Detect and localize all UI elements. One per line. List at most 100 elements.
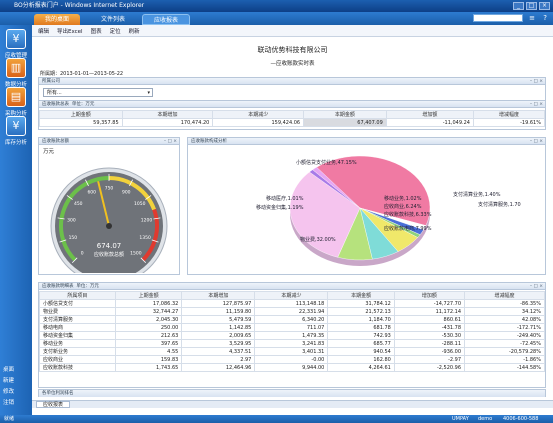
new-button[interactable]: 新建 bbox=[3, 376, 14, 384]
gauge-tick-label: 1350 bbox=[139, 235, 151, 241]
status-bar: 应收报表 bbox=[32, 400, 553, 408]
export-excel-button[interactable]: 导出Excel bbox=[57, 27, 83, 35]
table-cell: -19.61% bbox=[473, 118, 545, 127]
sidebar: ¥ 应收管理 ▥ 数据分析 ▤ 采购分析 ¥ 库存分析 桌面 新建 修改 注销 bbox=[0, 25, 32, 415]
table-row: 移动电商 250.00 1,142.85 711.07 681.78 -431.78 -17… bbox=[39, 323, 545, 332]
table-cell: 移动电商 bbox=[39, 323, 116, 332]
table-cell: 物业费 bbox=[39, 307, 116, 316]
table-cell: 17,086.32 bbox=[114, 299, 183, 308]
report-toolbar: 编辑 导出Excel 图表 定位 刷新 bbox=[32, 25, 553, 37]
table-cell: 212.63 bbox=[114, 331, 183, 340]
maximize-button[interactable]: □ bbox=[526, 2, 537, 10]
window-titlebar: BO分析报表门户 - Windows Internet Explorer _ □… bbox=[0, 0, 553, 12]
gauge-tick-label: 0 bbox=[81, 250, 84, 256]
table-cell: 3,529.95 bbox=[181, 339, 256, 348]
detail-title: 应收账款明细表 bbox=[42, 284, 74, 289]
summary-unit: 单位：万元 bbox=[71, 102, 95, 107]
table-cell: -20,579.28% bbox=[464, 347, 545, 356]
column-header: 增加额 bbox=[393, 291, 466, 300]
column-header: 增减幅度 bbox=[464, 291, 545, 300]
panel-controls-icon[interactable]: – □ × bbox=[530, 138, 543, 145]
gauge-chart: 0 150 300 450 600 750 9001050 1200 1350 1500 674.0… bbox=[50, 167, 168, 273]
help-icon[interactable]: ? bbox=[543, 14, 547, 22]
company-select[interactable]: 所有... ▾ bbox=[43, 88, 153, 97]
table-cell: 113,148.18 bbox=[254, 299, 329, 308]
table-cell: 应收商业 bbox=[39, 355, 116, 364]
modify-button[interactable]: 修改 bbox=[3, 387, 14, 395]
table-row: 物业费 32,744.27 11,159.80 22,331.94 21,572.13 1… bbox=[39, 307, 545, 316]
table-cell: -72.45% bbox=[464, 339, 545, 348]
table-cell: -14,727.70 bbox=[393, 299, 466, 308]
filter-panel: 所属公司 – □ × 所有... ▾ bbox=[38, 77, 546, 101]
table-cell: 860.61 bbox=[393, 315, 466, 324]
logout-button[interactable]: 注销 bbox=[3, 398, 14, 406]
locate-button[interactable]: 定位 bbox=[110, 27, 121, 35]
table-row: 移动业务 397.65 3,529.95 3,241.83 685.77 -288.11-… bbox=[39, 339, 545, 348]
column-header: 本期增加 bbox=[121, 110, 214, 119]
edit-button[interactable]: 编辑 bbox=[38, 27, 49, 35]
table-cell: 127,875.97 bbox=[181, 299, 256, 308]
table-cell: 170,474.20 bbox=[121, 118, 214, 127]
column-header: 所属项目 bbox=[39, 291, 116, 300]
table-cell: -172.71% bbox=[464, 323, 545, 332]
search-input[interactable] bbox=[473, 14, 523, 22]
table-cell: 1,743.65 bbox=[114, 363, 183, 372]
table-cell: -530.30 bbox=[393, 331, 466, 340]
table-cell: 2,009.65 bbox=[181, 331, 256, 340]
gauge-caption: 应收账款总额 bbox=[94, 251, 124, 258]
pie-slice-label: 应收商业,6.24% bbox=[384, 203, 422, 210]
minimize-button[interactable]: _ bbox=[513, 2, 524, 10]
tab-receivables-report[interactable]: 应收报表 bbox=[142, 14, 190, 25]
panel-controls-icon[interactable]: – □ × bbox=[530, 78, 543, 85]
sidebar-item-receivables[interactable]: ¥ 应收管理 bbox=[3, 29, 29, 59]
table-cell: 4,264.61 bbox=[327, 363, 395, 372]
chevron-down-icon: ▾ bbox=[147, 90, 150, 96]
pie-slice-label: 支付清算服务,1.70 bbox=[478, 201, 521, 208]
sidebar-item-data-analysis[interactable]: ▥ 数据分析 bbox=[3, 58, 29, 88]
sidebar-item-label: 库存分析 bbox=[4, 140, 27, 146]
table-cell: 2.97 bbox=[181, 355, 256, 364]
table-cell: 67,407.09 bbox=[303, 118, 387, 127]
table-cell: 711.07 bbox=[254, 323, 329, 332]
table-cell: 1,479.35 bbox=[254, 331, 329, 340]
sidebar-item-inventory-analysis[interactable]: ¥ 库存分析 bbox=[3, 116, 29, 146]
table-cell: -2.97 bbox=[393, 355, 466, 364]
refresh-button[interactable]: 刷新 bbox=[129, 27, 140, 35]
table-cell: 5,479.59 bbox=[181, 315, 256, 324]
pie-panel: 应收账款构成分析 – □ × 小额信贷支付业务,47.15% 支付清算业务,1.40… bbox=[187, 137, 546, 275]
gauge-panel-header: 应收账款总额 – □ × bbox=[39, 138, 179, 145]
sidebar-item-purchase-analysis[interactable]: ▤ 采购分析 bbox=[3, 87, 29, 117]
summary-panel-header: 应收账款总表 单位：万元 – □ × bbox=[39, 101, 545, 108]
table-row: 59,357.85 170,474.20 159,424.06 67,407.0… bbox=[39, 118, 545, 127]
pie-slice-label: 应收账款科技,6.33% bbox=[384, 211, 432, 218]
panel-controls-icon[interactable]: – □ × bbox=[530, 283, 543, 290]
table-cell: -11,049.24 bbox=[385, 118, 475, 127]
gauge-tick-label: 150 bbox=[69, 235, 78, 241]
gauge-tick-label: 600 bbox=[87, 190, 96, 196]
close-button[interactable]: × bbox=[539, 2, 550, 10]
table-row: 支付清算服务 2,045.30 5,479.59 6,340.20 1,184.70 86… bbox=[39, 315, 545, 324]
table-cell: -2,520.96 bbox=[393, 363, 466, 372]
menu-icon[interactable]: ≡ bbox=[529, 14, 535, 22]
table-cell: 159.83 bbox=[114, 355, 183, 364]
tab-receivables-status[interactable]: 应收报表 bbox=[36, 401, 71, 408]
desktop-button[interactable]: 桌面 bbox=[3, 365, 14, 373]
summary-panel: 应收账款总表 单位：万元 – □ × 上期金额 本期增加 本期减少 本期金额 增加… bbox=[38, 100, 546, 130]
table-cell: 4.55 bbox=[114, 347, 183, 356]
gauge-value: 674.07 bbox=[97, 242, 122, 250]
pie-slice-label: 物业费,32.00% bbox=[300, 236, 336, 243]
table-cell: 2,045.30 bbox=[114, 315, 183, 324]
tab-file-list[interactable]: 文件列表 bbox=[88, 14, 138, 25]
pie-chart: 小额信贷支付业务,47.15% 支付清算业务,1.40% 支付清算服务,1.70 移动… bbox=[256, 155, 521, 266]
table-cell: -249.40% bbox=[464, 331, 545, 340]
ranking-title: 各单位利润排名 bbox=[39, 390, 545, 397]
panel-controls-icon[interactable]: – □ × bbox=[530, 101, 543, 108]
tab-my-desktop[interactable]: 我的桌面 bbox=[34, 14, 80, 25]
table-cell: 11,159.80 bbox=[181, 307, 256, 316]
column-header: 上期金额 bbox=[114, 291, 183, 300]
table-cell: 6,340.20 bbox=[254, 315, 329, 324]
panel-controls-icon[interactable]: – □ × bbox=[164, 138, 177, 145]
table-cell: 支付新业务 bbox=[39, 347, 116, 356]
table-cell: -431.78 bbox=[393, 323, 466, 332]
chart-button[interactable]: 图表 bbox=[91, 27, 102, 35]
